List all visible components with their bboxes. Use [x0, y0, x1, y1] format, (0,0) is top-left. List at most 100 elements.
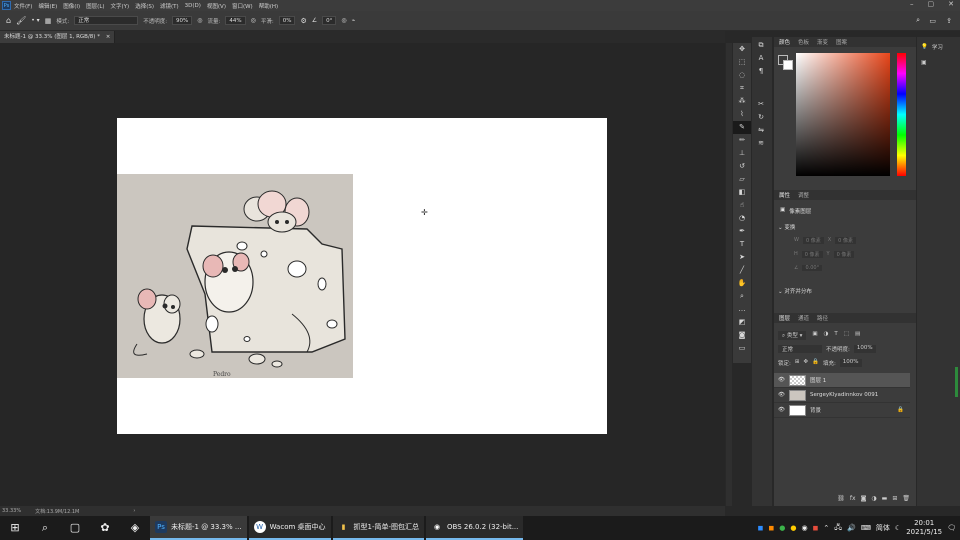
fill-field[interactable]: 100% — [839, 359, 862, 367]
menu-filter[interactable]: 滤镜(T) — [160, 2, 179, 10]
share-icon[interactable]: ⇪ — [946, 17, 952, 25]
tab-swatches[interactable]: 色板 — [798, 38, 809, 46]
pinned-app-icon[interactable]: ✿ — [90, 516, 120, 540]
layer-opacity-field[interactable]: 100% — [853, 345, 876, 353]
eyedropper-tool-icon[interactable]: ⌇ — [733, 108, 751, 121]
trash-icon[interactable]: 🗑 — [902, 495, 910, 502]
history-panel-icon[interactable]: ⧉ — [752, 39, 770, 52]
vertical-scrollbar[interactable] — [726, 43, 732, 506]
menu-3d[interactable]: 3D(D) — [185, 3, 201, 9]
layer-row[interactable]: 👁 背景 🔒 — [774, 403, 910, 418]
windows-start-icon[interactable]: ⊞ — [0, 516, 30, 540]
add-mask-icon[interactable]: ◙ — [861, 495, 867, 502]
symmetry-icon[interactable]: ⌁ — [352, 17, 356, 24]
tab-layers[interactable]: 图层 — [779, 314, 790, 322]
line-tool-icon[interactable]: ╱ — [733, 264, 751, 277]
chevron-up-icon[interactable]: ⌃ — [823, 524, 829, 532]
task-view-icon[interactable]: ▢ — [60, 516, 90, 540]
hand-tool-icon[interactable]: ✋ — [733, 277, 751, 290]
taskbar-app-photoshop[interactable]: Ps 未标题-1 @ 33.3% ... — [150, 516, 247, 540]
lock-pixels-icon[interactable]: ⊞ — [795, 359, 800, 367]
network-icon[interactable]: 🖧 — [834, 523, 842, 534]
tray-app-icon[interactable]: ● — [790, 524, 796, 532]
brush-tool-icon[interactable]: ✎ — [733, 121, 751, 134]
workspace-icon[interactable]: ▭ — [929, 17, 936, 25]
pen-tool-icon[interactable]: ✒ — [733, 225, 751, 238]
filter-pixel-icon[interactable]: ▣ — [812, 331, 817, 340]
eye-icon[interactable]: 👁 — [778, 377, 785, 383]
angle-field[interactable]: 0° — [322, 16, 337, 25]
status-arrow-icon[interactable]: › — [133, 508, 135, 514]
stamp-tool-icon[interactable]: ⊥ — [733, 147, 751, 160]
tab-channels[interactable]: 通道 — [798, 314, 809, 322]
gradient-tool-icon[interactable]: ◧ — [733, 186, 751, 199]
filter-shape-icon[interactable]: ⬚ — [844, 331, 849, 340]
angle-field[interactable]: 0.00° — [802, 265, 823, 271]
keyboard-icon[interactable]: ⌨ — [861, 524, 871, 532]
cycle-icon[interactable]: ↻ — [752, 111, 770, 124]
more-tools-icon[interactable]: … — [733, 303, 751, 316]
new-layer-icon[interactable]: ⊞ — [892, 495, 897, 502]
marquee-tool-icon[interactable]: ⬚ — [733, 56, 751, 69]
filter-adjust-icon[interactable]: ◑ — [824, 331, 829, 340]
menu-view[interactable]: 视图(V) — [207, 2, 226, 10]
ime-indicator[interactable]: 简体 — [876, 523, 890, 533]
mode-select[interactable]: 正常 — [74, 16, 139, 25]
transform-section-header[interactable]: ⌄ 变换 — [778, 223, 795, 231]
zoom-tool-icon[interactable]: ⌕ — [733, 290, 751, 303]
lock-position-icon[interactable]: ✥ — [803, 359, 808, 367]
magic-wand-tool-icon[interactable]: ⁂ — [733, 95, 751, 108]
maximize-button[interactable]: ▢ — [928, 0, 935, 8]
gear-icon[interactable]: ⚙ — [300, 17, 306, 25]
close-tab-icon[interactable]: × — [106, 34, 111, 40]
menu-image[interactable]: 图像(I) — [63, 2, 80, 10]
x-field[interactable]: 0 像素 — [835, 237, 856, 244]
eraser-tool-icon[interactable]: ▱ — [733, 173, 751, 186]
opacity-field[interactable]: 90% — [172, 16, 193, 25]
menu-layer[interactable]: 图层(L) — [86, 2, 104, 10]
color-picker-field[interactable] — [796, 53, 890, 176]
tab-paths[interactable]: 路径 — [817, 314, 828, 322]
layer-name[interactable]: SergeyKlyadinnkov 0091 — [810, 392, 878, 398]
menu-window[interactable]: 窗口(W) — [232, 2, 253, 10]
tab-patterns[interactable]: 图案 — [836, 38, 847, 46]
y-field[interactable]: 0 像素 — [833, 251, 855, 258]
new-group-icon[interactable]: ▬ — [882, 495, 888, 502]
flow-field[interactable]: 44% — [225, 16, 246, 25]
brush-settings-icon[interactable]: ▦ — [45, 17, 52, 25]
filter-type-icon[interactable]: T — [834, 331, 837, 340]
search-icon[interactable]: ⌕ — [916, 16, 920, 25]
menu-type[interactable]: 文字(Y) — [111, 2, 130, 10]
search-icon[interactable]: ⌕ — [30, 516, 60, 540]
align-section-header[interactable]: ⌄ 对齐并分布 — [778, 287, 812, 295]
zoom-level[interactable]: 33.33% — [2, 508, 21, 514]
adjust-icon[interactable]: ⇋ — [752, 124, 770, 137]
pencil-tool-icon[interactable]: ✏ — [733, 134, 751, 147]
pressure-size-icon[interactable]: ◎ — [341, 17, 346, 24]
hue-slider[interactable] — [897, 53, 906, 176]
w-field[interactable]: 0 像素 — [802, 237, 824, 244]
taskbar-app-wacom[interactable]: W Wacom 桌面中心 — [248, 516, 331, 540]
type-tool-icon[interactable]: T — [733, 238, 751, 251]
obs-tray-icon[interactable]: ◉ — [801, 524, 807, 532]
notification-icon[interactable]: 🗨 — [947, 524, 956, 532]
link-layers-icon[interactable]: ⛓ — [837, 495, 845, 502]
menu-edit[interactable]: 编辑(E) — [38, 2, 57, 10]
brush-preset-icon[interactable]: • ▾ — [31, 17, 39, 24]
wechat-icon[interactable]: ● — [779, 524, 785, 532]
document-tab[interactable]: 未标题-1 @ 33.3% (图层 1, RGB/8) * × — [0, 31, 116, 43]
menu-select[interactable]: 选择(S) — [135, 2, 154, 10]
fx-icon[interactable]: fx — [850, 495, 856, 502]
path-select-tool-icon[interactable]: ➤ — [733, 251, 751, 264]
menu-file[interactable]: 文件(F) — [14, 2, 32, 10]
tab-adjustments[interactable]: 调整 — [798, 191, 809, 199]
document-info[interactable]: 文档:13.9M/12.1M — [35, 508, 79, 515]
ime-mode-icon[interactable]: ☾ — [895, 524, 901, 532]
eye-icon[interactable]: 👁 — [778, 407, 785, 413]
minimize-button[interactable]: – — [910, 0, 914, 8]
paragraph-panel-icon[interactable]: ¶ — [752, 65, 770, 78]
tab-gradients[interactable]: 渐变 — [817, 38, 828, 46]
pinned-app-2-icon[interactable]: ◈ — [120, 516, 150, 540]
smudge-tool-icon[interactable]: ☝ — [733, 199, 751, 212]
learn-panel-button[interactable]: 💡 学习 — [917, 37, 960, 57]
